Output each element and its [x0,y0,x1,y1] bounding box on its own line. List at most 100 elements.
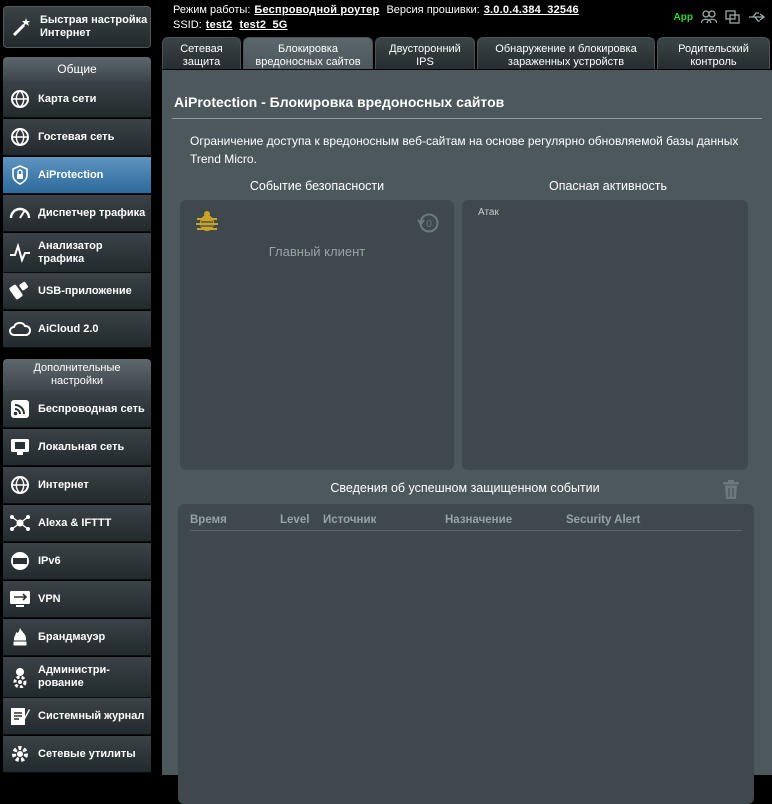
tab-infected-device-blocking[interactable]: Обнаружение и блокировка зараженных устро… [477,37,655,69]
tab-two-way-ips[interactable]: Двусторонний IPS [375,37,475,69]
ssid-link-2[interactable]: test2_5G [239,19,287,31]
sidebar-item-wireless[interactable]: Беспроводная сеть [3,391,151,428]
sidebar-item-network-tools[interactable]: Сетевые утилиты [3,736,151,773]
globe-icon [9,88,31,110]
pulse-icon [9,242,31,264]
admin-gear-icon [9,666,31,688]
sidebar-item-label: Администри- [38,664,110,676]
tab-label: зараженных устройств [507,56,625,68]
tab-label: защита [182,56,221,68]
sidebar-item-label: Карта сети [38,92,97,105]
sidebar-item-usb-app[interactable]: USB-приложение [3,273,151,310]
sidebar-item-label: Системный журнал [38,709,145,722]
sidebar-item-network-map[interactable]: Карта сети [3,81,151,118]
usb-icon[interactable] [748,11,766,23]
sidebar-item-label: Диспетчер трафика [38,206,146,219]
tab-malicious-sites-blocking[interactable]: Блокировка вредоносных сайтов [243,37,373,69]
firmware-version-link[interactable]: 3.0.0.4.384_32546 [484,4,579,16]
network-icon [9,512,31,534]
main-client-label: Главный клиент [268,244,366,259]
dangerous-activity-heading: Опасная активность [548,179,668,193]
sidebar-item-label: AiProtection [38,168,104,181]
app-link[interactable]: App [674,12,693,23]
sidebar-group-general: Общие [3,57,151,81]
sidebar-item-lan[interactable]: Локальная сеть [3,429,151,466]
globe-icon [9,474,31,496]
sidebar-item-aiprotection[interactable]: AiProtection [3,157,151,194]
operation-mode-link[interactable]: Беспроводной роутер [254,4,379,16]
security-event-box: 0 Главный клиент [180,200,454,470]
ipv6-icon [9,550,31,572]
trash-icon[interactable] [722,480,740,500]
page-description: Ограничение доступа к вредоносным веб-са… [190,134,739,166]
tab-network-protection[interactable]: Сетевая защита [162,37,241,69]
quick-setup-label-2: Интернет [40,27,91,39]
sidebar-item-firewall[interactable]: Брандмауэр [3,619,151,656]
sidebar-item-label: рование [38,677,84,689]
table-header-row: Время Level Источник Назначение Security… [190,514,742,531]
speedometer-icon [9,202,31,224]
firmware-label: Версия прошивки: [386,4,480,16]
firewall-icon [9,626,31,648]
cloud-icon [9,318,31,340]
group-advanced-line2: настройки [50,375,104,387]
sidebar-item-label: Беспроводная сеть [38,402,145,415]
sidebar: Быстрая настройка Интернет Общие Карта с… [0,0,155,775]
sidebar-item-guest-network[interactable]: Гостевая сеть [3,119,151,156]
column-header-destination[interactable]: Назначение [445,514,512,526]
log-icon [9,705,31,727]
bug-icon [194,209,220,235]
column-header-security-alert[interactable]: Security Alert [566,514,640,526]
users-icon[interactable] [701,10,717,24]
tools-icon [9,743,31,765]
sidebar-item-label: Alexa & IFTTT [38,516,112,529]
protected-events-table [178,504,754,804]
wand-icon [9,16,35,38]
tab-label: вредоносных сайтов [255,56,361,68]
vpn-icon [9,588,31,610]
sidebar-item-label: Сетевые утилиты [38,747,136,760]
sidebar-item-aicloud[interactable]: AiCloud 2.0 [3,311,151,348]
sidebar-item-vpn[interactable]: VPN [3,581,151,618]
status-bar: Режим работы: Беспроводной роутер Версия … [173,4,768,34]
sidebar-item-label: Брандмауэр [38,630,106,643]
quick-setup-label-1: Быстрая настройка [40,14,148,26]
operation-mode-label: Режим работы: [173,4,251,16]
dangerous-activity-box: Атак [462,200,748,470]
sidebar-item-label: Интернет [38,478,89,491]
sidebar-item-label: AiCloud 2.0 [38,322,99,335]
attacks-label: Атак [478,207,499,218]
copy-icon[interactable] [725,10,740,24]
main-panel: AiProtection - Блокировка вредоносных са… [162,70,772,804]
tab-parental-control[interactable]: Родительский контроль [657,37,770,69]
protected-events-heading: Сведения об успешном защищенном событии [330,481,600,495]
sidebar-item-internet[interactable]: Интернет [3,467,151,504]
tab-label: Двусторонний [389,43,461,55]
lan-icon [9,436,31,458]
page-title: AiProtection - Блокировка вредоносных са… [174,94,505,110]
aiprotection-tabs: Сетевая защита Блокировка вредоносных сайт… [162,37,772,70]
column-header-level[interactable]: Level [280,514,309,526]
wifi-icon [9,398,31,420]
tab-label: Родительский [678,43,749,55]
sidebar-group-advanced: Дополнительные настройки [3,359,151,391]
puzzle-icon [9,280,31,302]
sidebar-item-traffic-analyzer[interactable]: Анализатор трафика [3,233,151,273]
sidebar-item-label: USB-приложение [38,284,132,297]
sidebar-item-traffic-manager[interactable]: Диспетчер трафика [3,195,151,232]
sidebar-item-label: Локальная сеть [38,440,125,453]
sidebar-item-administration[interactable]: Администри-рование [3,657,151,698]
sidebar-item-label: Гостевая сеть [38,130,115,143]
column-header-source[interactable]: Источник [323,514,376,526]
security-event-heading: Событие безопасности [249,179,385,193]
sidebar-item-label: IPv6 [38,554,61,567]
column-header-time[interactable]: Время [190,514,227,526]
quick-internet-setup-button[interactable]: Быстрая настройка Интернет [3,6,151,48]
sidebar-item-label: трафика [38,252,85,265]
reset-counter-icon[interactable]: 0 [416,211,440,235]
sidebar-item-alexa-ifttt[interactable]: Alexa & IFTTT [3,505,151,542]
sidebar-item-system-log[interactable]: Системный журнал [3,698,151,735]
tab-label: контроль [690,56,737,68]
ssid-link-1[interactable]: test2 [206,19,233,31]
sidebar-item-ipv6[interactable]: IPv6 [3,543,151,580]
